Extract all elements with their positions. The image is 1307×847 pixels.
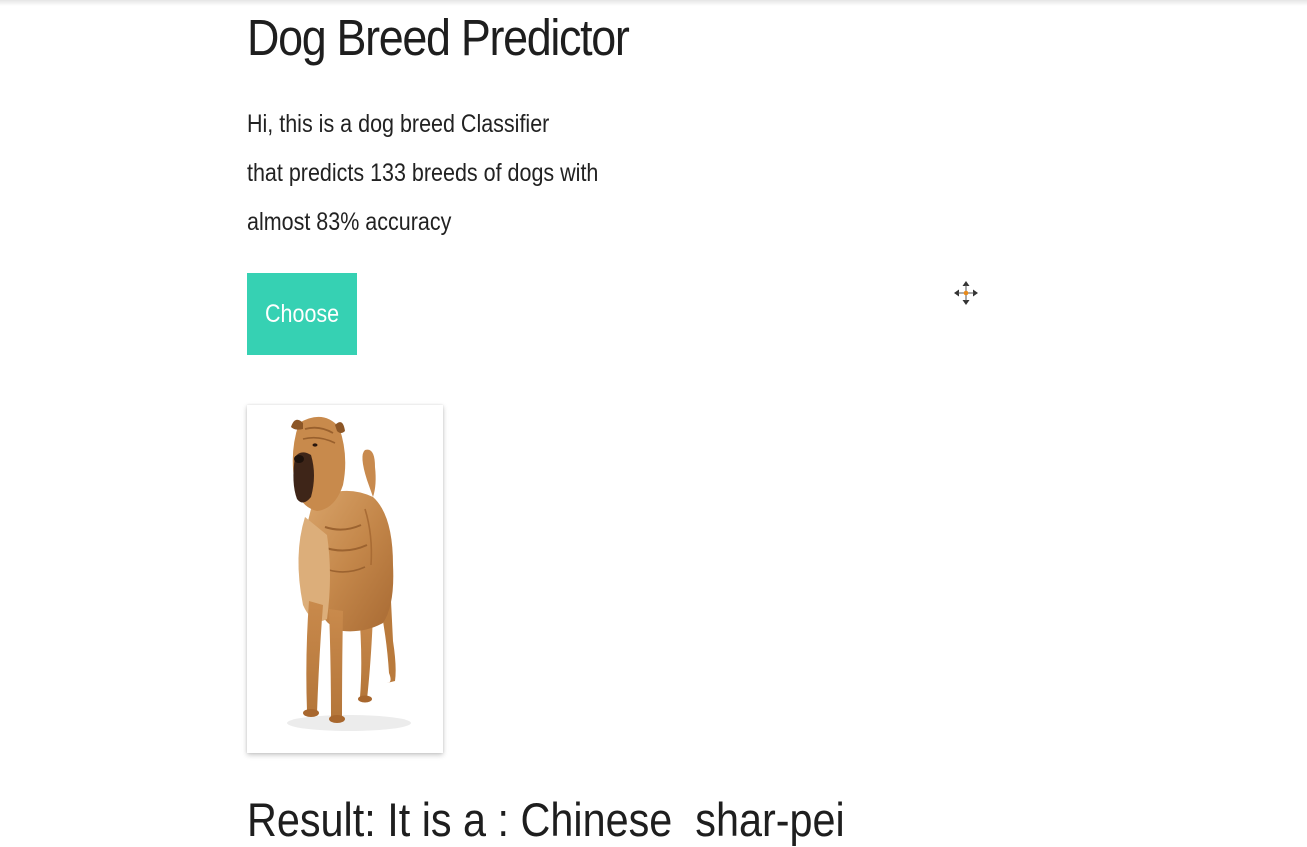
choose-button-label: Choose — [264, 299, 340, 328]
move-cursor-icon — [953, 280, 979, 306]
choose-file-button[interactable]: Choose — [247, 273, 357, 355]
intro-text: Hi, this is a dog breed Classifier that … — [247, 100, 598, 247]
uploaded-image-card — [247, 405, 443, 753]
page: Dog Breed Predictor Hi, this is a dog br… — [0, 0, 1307, 847]
intro-line-2: that predicts 133 breeds of dogs with — [247, 159, 599, 187]
dog-photo — [247, 405, 443, 753]
intro-line-1: Hi, this is a dog breed Classifier — [247, 110, 550, 138]
prediction-result: Result: It is a : Chinese shar-pei — [247, 788, 845, 847]
result-prefix: Result: It is a : — [247, 793, 521, 846]
page-title: Dog Breed Predictor — [247, 9, 630, 66]
top-edge-shadow — [0, 0, 1307, 6]
result-breed: Chinese shar-pei — [520, 793, 845, 846]
intro-line-3: almost 83% accuracy — [247, 208, 452, 236]
